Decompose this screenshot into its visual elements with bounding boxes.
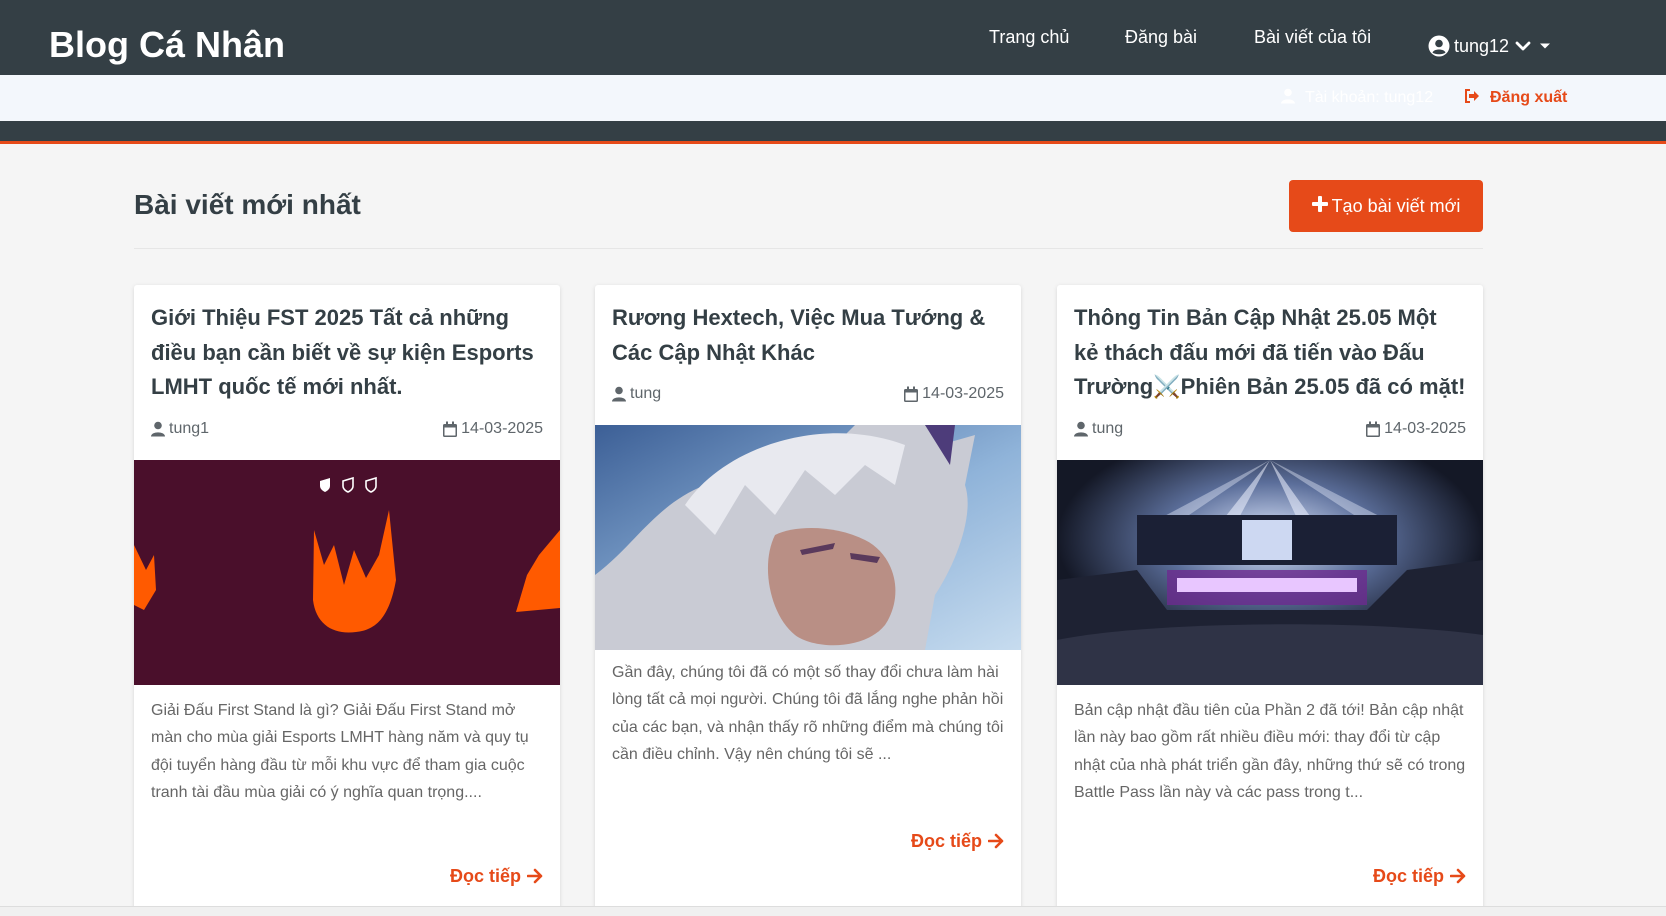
post-meta: tung 14-03-2025: [1074, 419, 1466, 439]
post-excerpt: Bản cập nhật đầu tiên của Phần 2 đã tới!…: [1074, 702, 1466, 802]
post-title[interactable]: Rương Hextech, Việc Mua Tướng & Các Cập …: [612, 301, 1004, 370]
post-date: 14-03-2025: [1366, 420, 1466, 438]
arrow-right-icon: [527, 868, 543, 884]
post-author: tung: [1074, 420, 1123, 438]
read-more-link[interactable]: Đọc tiếp: [911, 830, 1004, 852]
user-icon: [612, 386, 626, 402]
post-card: Giới Thiệu FST 2025 Tất cả những điều bạ…: [134, 285, 560, 916]
calendar-icon: [1366, 421, 1381, 437]
post-thumbnail[interactable]: [1057, 460, 1483, 685]
user-circle-icon: [1428, 35, 1450, 57]
read-more-link[interactable]: Đọc tiếp: [450, 865, 543, 887]
calendar-icon: [443, 421, 458, 437]
username-label: tung12: [1454, 35, 1510, 56]
create-post-button[interactable]: Tạo bài viết mới: [1289, 180, 1483, 232]
read-more-label: Đọc tiếp: [449, 865, 521, 886]
post-date: 14-03-2025: [904, 385, 1004, 403]
post-excerpt: Gần đây, chúng tôi đã có một số thay đổi…: [612, 664, 1004, 764]
post-date-text: 14-03-2025: [461, 420, 543, 437]
post-title[interactable]: Giới Thiệu FST 2025 Tất cả những điều bạ…: [151, 301, 543, 405]
nav-link-home[interactable]: Trang chủ: [989, 26, 1069, 48]
arrow-right-icon: [988, 833, 1004, 849]
read-more-label: Đọc tiếp: [1372, 865, 1444, 886]
logout-label: Đăng xuất: [1490, 89, 1568, 106]
caret-down-icon: [1539, 42, 1551, 50]
post-card: Rương Hextech, Việc Mua Tướng & Các Cập …: [595, 285, 1021, 916]
read-more-label: Đọc tiếp: [910, 830, 982, 851]
user-icon: [1074, 421, 1088, 437]
post-date-text: 14-03-2025: [922, 385, 1004, 402]
post-date: 14-03-2025: [443, 420, 543, 438]
post-card: Thông Tin Bản Cập Nhật 25.05 Một kẻ thác…: [1057, 285, 1483, 916]
section-title: Bài viết mới nhất: [134, 189, 361, 220]
read-more-link[interactable]: Đọc tiếp: [1373, 865, 1466, 887]
create-post-label: Tạo bài viết mới: [1331, 195, 1461, 216]
nav-link-post[interactable]: Đăng bài: [1125, 26, 1197, 48]
chevron-down-icon: [1515, 40, 1531, 52]
user-menu-toggle[interactable]: tung12: [1428, 34, 1551, 58]
plus-icon: [1311, 195, 1328, 217]
post-meta: tung 14-03-2025: [612, 384, 1004, 404]
dropdown-item-logout[interactable]: Đăng xuất: [1464, 87, 1567, 109]
sign-out-icon: [1464, 88, 1480, 108]
user-dropdown-menu: Tài khoản: tung12 Đăng xuất: [0, 75, 1666, 121]
calendar-icon: [904, 386, 919, 402]
dropdown-item-account[interactable]: Tài khoản: tung12: [1281, 87, 1433, 109]
user-icon: [151, 421, 165, 437]
post-thumbnail[interactable]: [595, 425, 1021, 650]
navbar-accent-strip: [0, 121, 1666, 144]
section-divider: [134, 248, 1483, 249]
arrow-right-icon: [1450, 868, 1466, 884]
post-date-text: 14-03-2025: [1384, 420, 1466, 437]
navbar: Blog Cá Nhân Trang chủ Đăng bài Bài viết…: [0, 0, 1666, 75]
post-author-name: tung: [630, 385, 662, 402]
account-label: Tài khoản: tung12: [1305, 89, 1434, 106]
post-author: tung: [612, 385, 661, 403]
post-author-name: tung1: [169, 420, 210, 437]
brand-logo[interactable]: Blog Cá Nhân: [49, 22, 285, 68]
bottom-bar: [0, 906, 1666, 916]
post-excerpt: Giải Đấu First Stand là gì? Giải Đấu Fir…: [151, 702, 529, 802]
post-author: tung1: [151, 420, 209, 438]
post-thumbnail[interactable]: [134, 460, 560, 685]
post-meta: tung1 14-03-2025: [151, 419, 543, 439]
user-icon: [1281, 88, 1295, 109]
post-title[interactable]: Thông Tin Bản Cập Nhật 25.05 Một kẻ thác…: [1074, 301, 1466, 405]
nav-link-my-posts[interactable]: Bài viết của tôi: [1254, 26, 1371, 48]
post-author-name: tung: [1092, 420, 1124, 437]
